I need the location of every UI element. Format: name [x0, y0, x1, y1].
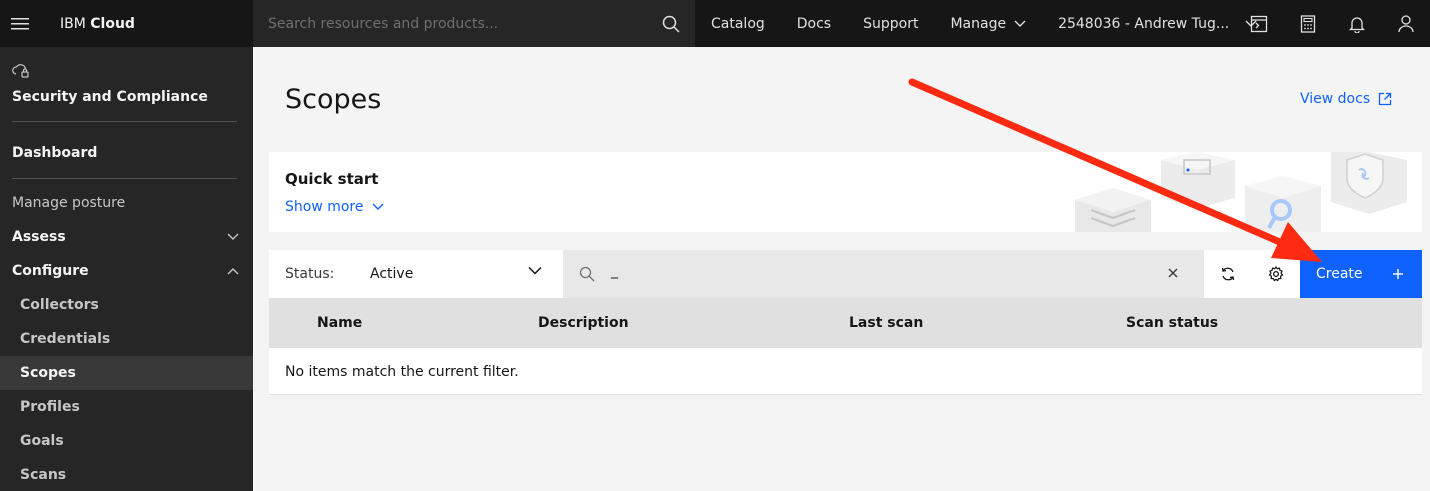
status-dropdown[interactable]: Active — [370, 266, 413, 282]
sidebar-item-manage-posture[interactable]: Manage posture — [0, 186, 253, 220]
view-docs-label: View docs — [1300, 91, 1371, 107]
launch-icon — [1378, 92, 1392, 106]
add-icon — [1393, 269, 1403, 279]
chevron-down-icon — [372, 203, 383, 210]
filter-input[interactable]: _ — [611, 263, 618, 279]
table-empty-row: No items match the current filter. — [269, 348, 1422, 395]
account-label: 2548036 - Andrew Tug... — [1058, 15, 1230, 32]
show-more-link[interactable]: Show more — [285, 199, 384, 215]
side-nav: Security and Compliance Dashboard Manage… — [0, 47, 253, 491]
chevron-down-icon — [227, 233, 239, 240]
column-header-description[interactable]: Description — [538, 315, 629, 331]
create-button-label: Create — [1316, 266, 1363, 282]
status-label: Status: — [285, 266, 335, 282]
table-toolbar: Status: Active _ Create — [269, 250, 1422, 298]
table-header: Name Description Last scan Scan status — [269, 298, 1422, 348]
show-more-label: Show more — [285, 199, 364, 215]
calculator-icon[interactable] — [1283, 0, 1332, 47]
sidebar-item-label: Assess — [12, 229, 66, 245]
notification-icon[interactable] — [1332, 0, 1381, 47]
terminal-icon[interactable] — [1234, 0, 1283, 47]
search-input[interactable]: Search resources and products... — [268, 16, 647, 32]
nav-support[interactable]: Support — [847, 0, 934, 47]
empty-state-message: No items match the current filter. — [285, 364, 519, 380]
brand-name: Cloud — [90, 15, 135, 32]
nav-catalog[interactable]: Catalog — [695, 0, 781, 47]
sidebar-item-goals[interactable]: Goals — [0, 424, 253, 458]
chevron-down-icon — [1014, 20, 1026, 27]
create-button[interactable]: Create — [1300, 250, 1422, 298]
sidebar-item-configure[interactable]: Configure — [0, 254, 253, 288]
filter-search[interactable]: _ — [563, 250, 1204, 298]
refresh-icon[interactable] — [1204, 250, 1252, 298]
cloud-security-icon — [12, 64, 30, 83]
chevron-down-icon[interactable] — [528, 266, 542, 275]
nav-manage[interactable]: Manage — [934, 0, 1042, 47]
column-header-last-scan[interactable]: Last scan — [849, 315, 923, 331]
side-nav-title: Security and Compliance — [12, 89, 208, 105]
page-title: Scopes — [285, 84, 382, 115]
nav-manage-label: Manage — [950, 15, 1007, 32]
view-docs-link[interactable]: View docs — [1300, 91, 1392, 107]
sidebar-item-collectors[interactable]: Collectors — [0, 288, 253, 322]
column-header-name[interactable]: Name — [317, 315, 362, 331]
chevron-up-icon — [227, 268, 239, 275]
quick-start-illustration — [1075, 152, 1407, 232]
search-icon — [579, 266, 595, 282]
quick-start-title: Quick start — [285, 170, 379, 188]
nav-docs[interactable]: Docs — [781, 0, 847, 47]
sidebar-item-assess[interactable]: Assess — [0, 220, 253, 254]
hamburger-icon[interactable] — [0, 0, 40, 47]
column-header-scan-status[interactable]: Scan status — [1126, 315, 1218, 331]
global-search[interactable]: Search resources and products... — [253, 0, 695, 47]
settings-icon[interactable] — [1252, 250, 1300, 298]
sidebar-item-dashboard[interactable]: Dashboard — [0, 136, 253, 170]
header-actions — [1234, 0, 1430, 47]
side-nav-header: Security and Compliance — [0, 47, 253, 105]
brand-prefix: IBM — [60, 15, 86, 32]
sidebar-item-label: Configure — [12, 263, 89, 279]
search-icon[interactable] — [647, 0, 695, 47]
sidebar-item-credentials[interactable]: Credentials — [0, 322, 253, 356]
sidebar-item-scopes[interactable]: Scopes — [0, 356, 253, 390]
user-icon[interactable] — [1381, 0, 1430, 47]
header-nav: Catalog Docs Support Manage 2548036 - An… — [695, 0, 1273, 47]
quick-start-panel: Quick start Show more — [269, 152, 1422, 232]
sidebar-item-scans[interactable]: Scans — [0, 458, 253, 491]
close-icon[interactable] — [1165, 265, 1181, 281]
brand-logo[interactable]: IBM Cloud — [60, 16, 135, 32]
sidebar-item-profiles[interactable]: Profiles — [0, 390, 253, 424]
